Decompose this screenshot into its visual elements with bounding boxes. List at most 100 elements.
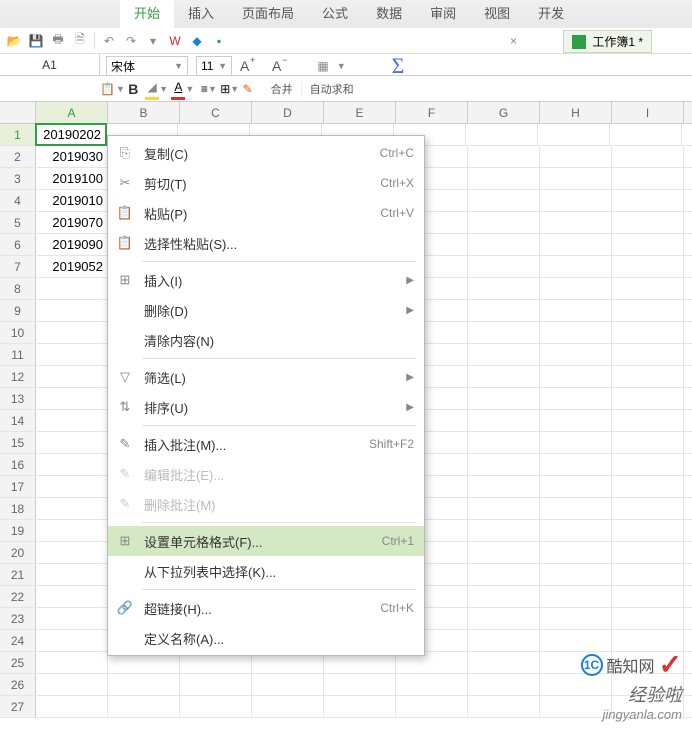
cell[interactable]: [36, 630, 108, 651]
cell[interactable]: [324, 696, 396, 717]
cell[interactable]: [540, 256, 612, 277]
row-header[interactable]: 16: [0, 454, 36, 475]
redo-icon[interactable]: ↷: [123, 33, 139, 49]
cell[interactable]: [612, 476, 684, 497]
cell[interactable]: [538, 124, 610, 145]
cell[interactable]: [612, 366, 684, 387]
row-header[interactable]: 27: [0, 696, 36, 717]
cell[interactable]: [540, 234, 612, 255]
cell[interactable]: 2019010: [36, 190, 108, 211]
column-header[interactable]: G: [468, 102, 540, 123]
cell[interactable]: [36, 278, 108, 299]
row-header[interactable]: 2: [0, 146, 36, 167]
row-header[interactable]: 5: [0, 212, 36, 233]
cell[interactable]: [540, 410, 612, 431]
cell[interactable]: [468, 586, 540, 607]
select-all-corner[interactable]: [0, 102, 36, 123]
cell[interactable]: [612, 300, 684, 321]
cell[interactable]: [612, 388, 684, 409]
cell[interactable]: [612, 586, 684, 607]
menu-tab-2[interactable]: 页面布局: [228, 0, 308, 28]
align-icon[interactable]: ▦: [317, 59, 328, 73]
workbook-tab[interactable]: 工作簿1 *: [563, 30, 652, 53]
cell[interactable]: [612, 498, 684, 519]
cell[interactable]: [36, 300, 108, 321]
cell[interactable]: [540, 388, 612, 409]
row-header[interactable]: 20: [0, 542, 36, 563]
row-header[interactable]: 14: [0, 410, 36, 431]
cell[interactable]: 20190202: [35, 123, 107, 146]
context-menu-item[interactable]: 清除内容(N): [108, 325, 424, 355]
row-header[interactable]: 11: [0, 344, 36, 365]
row-header[interactable]: 25: [0, 652, 36, 673]
cell[interactable]: [468, 630, 540, 651]
cell[interactable]: [468, 454, 540, 475]
cell[interactable]: [468, 520, 540, 541]
row-header[interactable]: 22: [0, 586, 36, 607]
cell[interactable]: [540, 476, 612, 497]
open-icon[interactable]: 📂: [6, 33, 22, 49]
decrease-font-icon[interactable]: A−: [272, 58, 281, 74]
cell[interactable]: [36, 454, 108, 475]
cell[interactable]: [612, 234, 684, 255]
cell[interactable]: [612, 608, 684, 629]
cell[interactable]: [36, 652, 108, 673]
cell[interactable]: [468, 146, 540, 167]
bold-button[interactable]: B: [128, 81, 138, 97]
cell[interactable]: [612, 520, 684, 541]
cell[interactable]: [540, 520, 612, 541]
cell[interactable]: [108, 674, 180, 695]
row-header[interactable]: 19: [0, 520, 36, 541]
context-menu-item[interactable]: 🔗超链接(H)...Ctrl+K: [108, 593, 424, 623]
column-header[interactable]: C: [180, 102, 252, 123]
context-menu-item[interactable]: 📋粘贴(P)Ctrl+V: [108, 198, 424, 228]
cell[interactable]: [612, 454, 684, 475]
cell[interactable]: [468, 388, 540, 409]
column-header[interactable]: A: [36, 102, 108, 123]
menu-tab-7[interactable]: 开发: [524, 0, 578, 28]
cell[interactable]: [36, 388, 108, 409]
cell[interactable]: 2019052: [36, 256, 108, 277]
row-header[interactable]: 15: [0, 432, 36, 453]
cell[interactable]: [540, 190, 612, 211]
column-header[interactable]: D: [252, 102, 324, 123]
cell[interactable]: [612, 322, 684, 343]
cell[interactable]: [252, 674, 324, 695]
font-select[interactable]: 宋体▼: [106, 56, 188, 76]
menu-tab-1[interactable]: 插入: [174, 0, 228, 28]
cell[interactable]: [252, 696, 324, 717]
cell[interactable]: [468, 608, 540, 629]
cell[interactable]: [540, 498, 612, 519]
font-size-select[interactable]: 11▼: [196, 56, 232, 76]
row-header[interactable]: 3: [0, 168, 36, 189]
merge-group[interactable]: 合并: [263, 81, 302, 97]
column-header[interactable]: I: [612, 102, 684, 123]
cell[interactable]: [468, 564, 540, 585]
font-color-button[interactable]: A: [171, 80, 185, 97]
row-header[interactable]: 1: [0, 124, 36, 145]
cell[interactable]: [612, 564, 684, 585]
column-header[interactable]: H: [540, 102, 612, 123]
cell[interactable]: [468, 652, 540, 673]
cell[interactable]: [468, 322, 540, 343]
cell[interactable]: [612, 190, 684, 211]
dropdown-icon[interactable]: ▾: [145, 33, 161, 49]
row-header[interactable]: 10: [0, 322, 36, 343]
menu-tab-6[interactable]: 视图: [470, 0, 524, 28]
cell[interactable]: [36, 410, 108, 431]
cell[interactable]: [612, 278, 684, 299]
context-menu-item[interactable]: ⊞设置单元格格式(F)...Ctrl+1: [108, 526, 424, 556]
context-menu-item[interactable]: 📋选择性粘贴(S)...: [108, 228, 424, 258]
context-menu-item[interactable]: ✂剪切(T)Ctrl+X: [108, 168, 424, 198]
row-header[interactable]: 18: [0, 498, 36, 519]
undo-icon[interactable]: ↶: [101, 33, 117, 49]
cell[interactable]: [540, 366, 612, 387]
cell[interactable]: [612, 344, 684, 365]
cell[interactable]: [468, 344, 540, 365]
preview-icon[interactable]: 🗎: [72, 33, 88, 49]
cell[interactable]: [612, 168, 684, 189]
paste-icon[interactable]: 📋: [100, 82, 116, 96]
row-header[interactable]: 21: [0, 564, 36, 585]
cell[interactable]: 2019030: [36, 146, 108, 167]
cell[interactable]: [612, 410, 684, 431]
